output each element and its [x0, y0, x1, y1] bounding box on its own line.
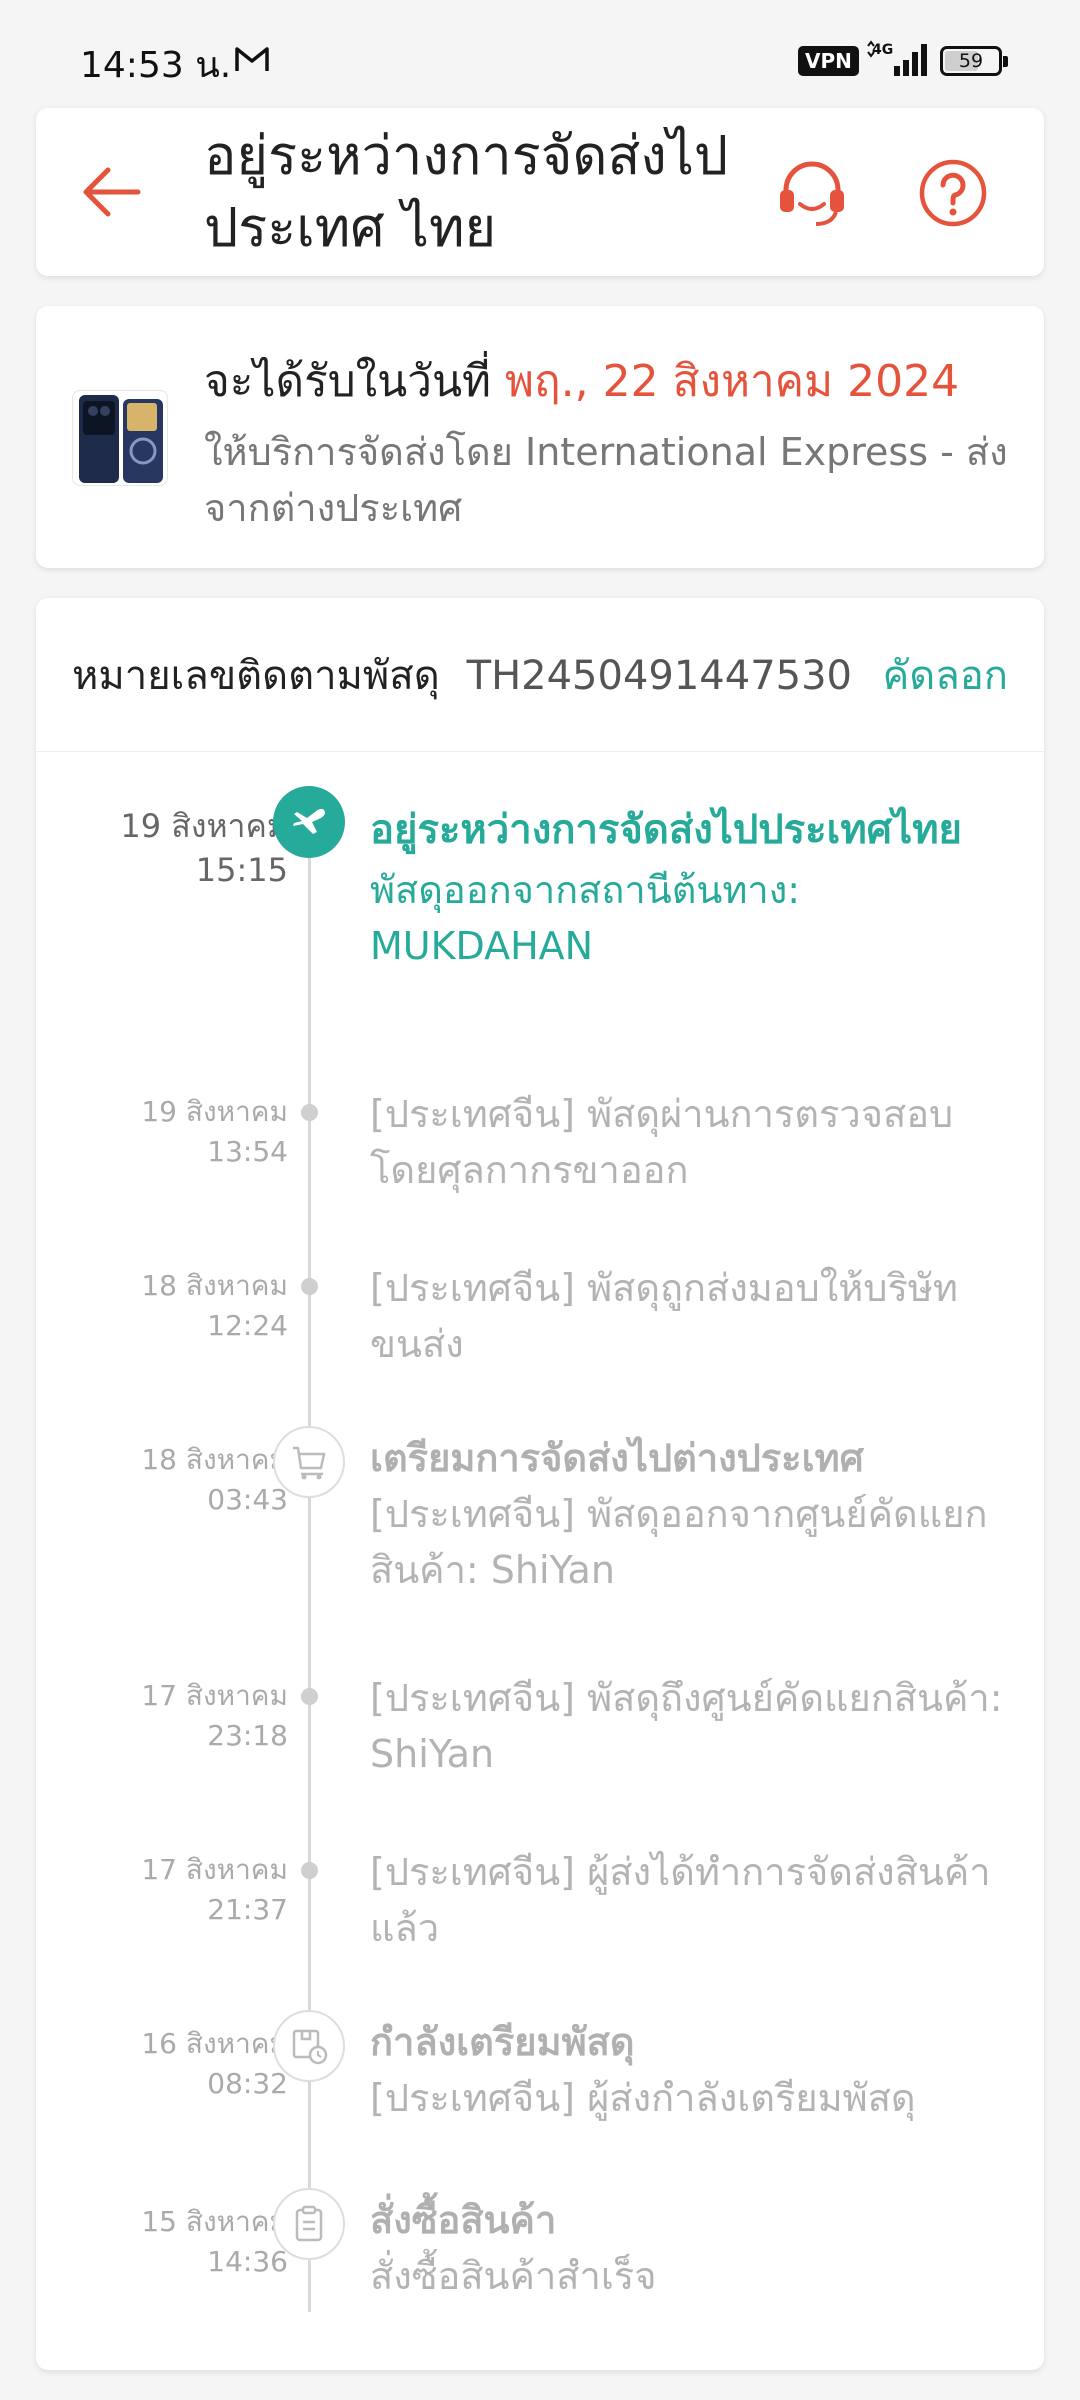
- event-date: 19 สิงหาคม: [141, 1095, 288, 1128]
- clipboard-icon: [273, 2188, 345, 2260]
- copy-button[interactable]: คัดลอก: [883, 644, 1009, 708]
- battery-level: 59: [958, 50, 984, 72]
- event-description: [ประเทศจีน] พัสดุออกจากศูนย์คัดแยกสินค้า…: [370, 1492, 988, 1592]
- event-description: พัสดุออกจากสถานีต้นทาง: MUKDAHAN: [370, 868, 801, 968]
- event-date: 15 สิงหาคม: [141, 2205, 288, 2238]
- event-description: [ประเทศจีน] พัสดุผ่านการตรวจสอบโดยศุลกาก…: [370, 1092, 954, 1192]
- cart-icon: [273, 1426, 345, 1498]
- status-time: 14:53 น.: [80, 45, 232, 86]
- delivery-prefix: จะได้รับในวันที่: [204, 356, 492, 407]
- event-description: [ประเทศจีน] พัสดุถึงศูนย์คัดแยกสินค้า: S…: [370, 1676, 1003, 1776]
- gmail-icon: [235, 47, 269, 71]
- battery-icon: 59: [940, 46, 1008, 76]
- timeline-dot: [301, 1104, 318, 1121]
- event-date: 17 สิงหาคม: [141, 1853, 288, 1886]
- event-time: 23:18: [207, 1719, 288, 1752]
- event-time: 12:24: [207, 1309, 288, 1342]
- plane-icon: [273, 786, 345, 858]
- event-title: เตรียมการจัดส่งไปต่างประเทศ: [370, 1436, 864, 1480]
- page-title: อยู่ระหว่างการจัดส่งไปประเทศ ไทย: [204, 124, 729, 259]
- event-date: 17 สิงหาคม: [141, 1679, 288, 1712]
- shipping-service: ให้บริการจัดส่งโดย International Express…: [204, 430, 1008, 530]
- event-date: 19 สิงหาคม: [120, 807, 288, 845]
- event-date: 16 สิงหาคม: [141, 2027, 288, 2060]
- event-title: อยู่ระหว่างการจัดส่งไปประเทศไทย: [370, 807, 962, 853]
- tracking-card: หมายเลขติดตามพัสดุ TH2450491447530 คัดลอ…: [36, 598, 1044, 2370]
- timeline-dot: [301, 1688, 318, 1705]
- package-clock-icon: [273, 2010, 345, 2082]
- tracking-label: หมายเลขติดตามพัสดุ: [72, 653, 440, 699]
- event-description: สั่งซื้อสินค้าสำเร็จ: [370, 2254, 657, 2298]
- product-thumbnail: [72, 390, 168, 486]
- tracking-number: TH2450491447530: [466, 653, 852, 699]
- back-arrow-icon[interactable]: [74, 156, 146, 228]
- network-type: 4G: [872, 42, 893, 58]
- delivery-info-card[interactable]: จะได้รับในวันที่ พฤ., 22 สิงหาคม 2024 ให…: [36, 306, 1044, 568]
- event-title: กำลังเตรียมพัสดุ: [370, 2020, 635, 2064]
- headset-icon[interactable]: [774, 156, 850, 232]
- event-title: สั่งซื้อสินค้า: [370, 2198, 557, 2242]
- event-time: 08:32: [207, 2067, 288, 2100]
- event-date: 18 สิงหาคม: [141, 1443, 288, 1476]
- signal-icon: 4G: [867, 40, 927, 76]
- event-description: [ประเทศจีน] ผู้ส่งได้ทำการจัดส่งสินค้าแล…: [370, 1850, 991, 1950]
- estimated-delivery: จะได้รับในวันที่ พฤ., 22 สิงหาคม 2024: [204, 346, 959, 418]
- tracking-header: หมายเลขติดตามพัสดุ TH2450491447530 คัดลอ…: [36, 598, 1044, 752]
- timeline-line: [308, 832, 311, 2312]
- header-bar: อยู่ระหว่างการจัดส่งไปประเทศ ไทย: [36, 108, 1044, 276]
- vpn-badge: VPN: [798, 46, 859, 76]
- event-time: 13:54: [207, 1135, 288, 1168]
- event-time: 03:43: [207, 1483, 288, 1516]
- event-time: 15:15: [195, 851, 288, 889]
- event-date: 18 สิงหาคม: [141, 1269, 288, 1302]
- delivery-date: พฤ., 22 สิงหาคม 2024: [505, 356, 960, 407]
- timeline-dot: [301, 1278, 318, 1295]
- event-description: [ประเทศจีน] พัสดุถูกส่งมอบให้บริษัทขนส่ง: [370, 1266, 958, 1366]
- help-question-icon[interactable]: [918, 158, 988, 228]
- status-bar: 14:53 น. VPN 4G 59: [0, 0, 1080, 96]
- event-time: 21:37: [207, 1893, 288, 1926]
- event-time: 14:36: [207, 2245, 288, 2278]
- event-description: [ประเทศจีน] ผู้ส่งกำลังเตรียมพัสดุ: [370, 2076, 916, 2120]
- timeline-dot: [301, 1862, 318, 1879]
